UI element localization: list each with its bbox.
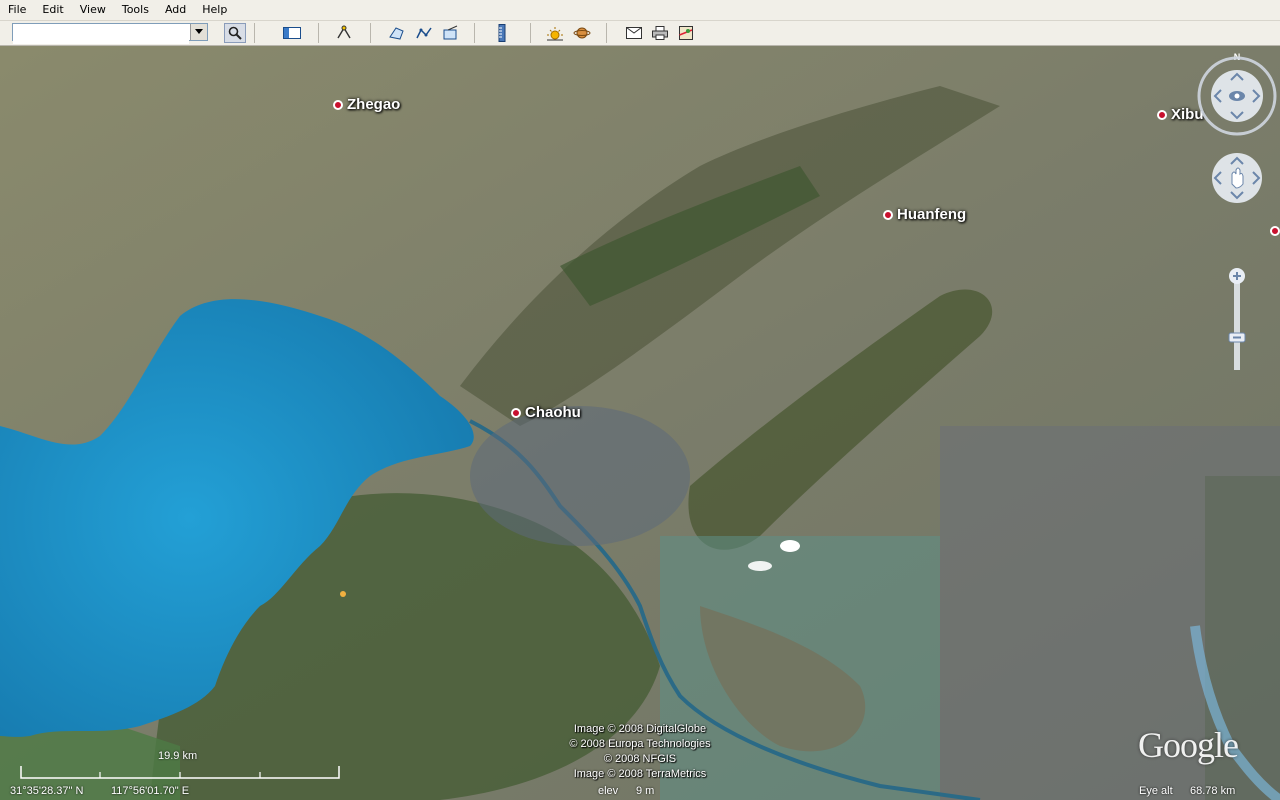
- move-control[interactable]: [1212, 153, 1262, 203]
- credit-line: © 2008 NFGIS: [603, 753, 677, 765]
- imagery-credits: Image © 2008 DigitalGlobe © 2008 Europa …: [540, 722, 740, 782]
- credit-line: © 2008 Europa Technologies: [569, 738, 711, 750]
- menu-add[interactable]: Add: [157, 0, 194, 20]
- zoom-slider[interactable]: [1228, 268, 1246, 370]
- search-dropdown-button[interactable]: [190, 24, 207, 40]
- chevron-down-icon: [195, 29, 203, 34]
- scale-bar: [20, 766, 340, 779]
- add-overlay-button[interactable]: [440, 23, 462, 43]
- credit-line: Image © 2008 DigitalGlobe: [573, 723, 707, 735]
- toolbar-separator: [474, 23, 475, 43]
- menu-view[interactable]: View: [72, 0, 114, 20]
- add-path-button[interactable]: [413, 23, 435, 43]
- longitude-readout: 117°56'01.70" E: [111, 785, 190, 797]
- placemark-pin-icon: [1157, 109, 1167, 120]
- latitude-readout: 31°35'28.37" N: [10, 785, 84, 797]
- path-icon: [416, 27, 432, 39]
- sunlight-button[interactable]: [544, 23, 566, 43]
- toolbar-separator: [318, 23, 319, 43]
- satellite-imagery: [0, 46, 1280, 800]
- menu-tools[interactable]: Tools: [114, 0, 157, 20]
- status-bar: 31°35'28.37" N 117°56'01.70" E elev 9 m …: [0, 784, 1280, 800]
- search-field: [12, 23, 208, 44]
- place-label[interactable]: Chaohu: [511, 404, 581, 421]
- eye-altitude-value: 68.78 km: [1190, 785, 1236, 797]
- view-in-maps-button[interactable]: [675, 23, 697, 43]
- polygon-icon: [389, 27, 404, 40]
- tour-button[interactable]: [333, 23, 355, 43]
- search-icon: [228, 26, 242, 40]
- planet-button[interactable]: [571, 23, 593, 43]
- elevation-value: 9 m: [636, 785, 655, 797]
- menu-help[interactable]: Help: [194, 0, 235, 20]
- toolbar-separator: [370, 23, 371, 43]
- print-icon: [652, 26, 668, 40]
- planet-icon: [573, 27, 591, 39]
- place-label[interactable]: Huanfeng: [883, 206, 966, 223]
- google-logo: Google: [1138, 725, 1239, 765]
- placemark-pin-icon: [883, 209, 893, 220]
- image-overlay-icon: [443, 25, 458, 40]
- toolbar-separator: [606, 23, 607, 43]
- look-control[interactable]: [1197, 56, 1277, 136]
- elevation-label: elev: [598, 785, 619, 797]
- placemark-pin-icon: [333, 99, 343, 110]
- add-polygon-button[interactable]: [386, 23, 408, 43]
- credit-line: Image © 2008 TerraMetrics: [573, 768, 707, 780]
- email-icon: [626, 27, 642, 39]
- toolbar: [0, 21, 1280, 46]
- place-name: Huanfeng: [897, 206, 967, 223]
- map-viewport[interactable]: Zhegao Chaohu Huanfeng Xibu N Image © 20…: [0, 46, 1280, 800]
- search-input[interactable]: [13, 27, 189, 44]
- scale-label: 19.9 km: [158, 750, 198, 762]
- sun-icon: [547, 27, 563, 41]
- menu-bar: File Edit View Tools Add Help: [0, 0, 1280, 21]
- placemark-icon: [337, 25, 351, 39]
- menu-file[interactable]: File: [0, 0, 34, 20]
- place-name: Zhegao: [347, 96, 401, 113]
- eye-altitude-label: Eye alt: [1139, 785, 1173, 797]
- print-button[interactable]: [649, 23, 671, 43]
- ruler-icon: [498, 24, 506, 42]
- sidebar-toggle-button[interactable]: [281, 23, 303, 43]
- maps-icon: [679, 26, 693, 40]
- placemark-pin-icon: [511, 407, 521, 418]
- toolbar-separator: [254, 23, 255, 43]
- navigation-controls: N: [1197, 52, 1277, 370]
- zoom-track[interactable]: [1234, 276, 1240, 370]
- search-button[interactable]: [224, 23, 246, 43]
- sidebar-toggle-icon: [283, 27, 301, 39]
- place-label[interactable]: Zhegao: [333, 96, 400, 113]
- toolbar-separator: [530, 23, 531, 43]
- place-name: Chaohu: [525, 404, 581, 421]
- menu-edit[interactable]: Edit: [34, 0, 71, 20]
- email-button[interactable]: [623, 23, 645, 43]
- ruler-button[interactable]: [491, 23, 513, 43]
